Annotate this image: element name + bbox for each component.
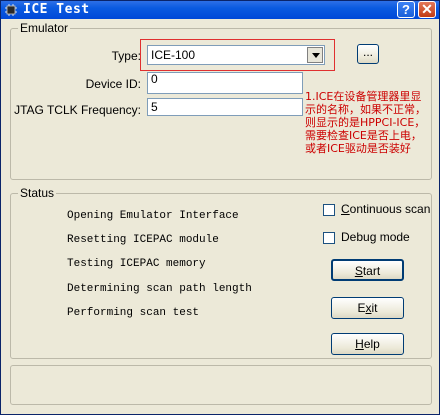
- status-group-label: Status: [18, 186, 57, 200]
- status-line: Resetting ICEPAC module: [67, 234, 219, 246]
- jtag-frequency-value: 5: [151, 100, 158, 114]
- annotation-note: 1.ICE在设备管理器里显 示的名称，如果不正常， 则显示的是HPPCI-ICE…: [305, 90, 439, 155]
- continuous-scan-box[interactable]: [323, 204, 335, 216]
- debug-mode-box[interactable]: [323, 232, 335, 244]
- device-id-label: Device ID:: [85, 77, 141, 91]
- annotation-line: 则显示的是HPPCI-ICE，: [305, 116, 426, 129]
- annotation-line: 需要检查ICE是否上电，: [305, 129, 422, 142]
- jtag-frequency-field[interactable]: 5: [147, 98, 303, 116]
- device-id-value: 0: [151, 72, 158, 86]
- title-bar[interactable]: ICE Test ? ✕: [1, 1, 439, 19]
- annotation-line: 示的名称，如果不正常，: [305, 103, 426, 116]
- annotation-highlight-box: [140, 39, 335, 71]
- status-line: Performing scan test: [67, 307, 200, 319]
- exit-button-label: Exit: [357, 301, 378, 315]
- type-label: Type:: [111, 49, 141, 63]
- annotation-line: 1.ICE在设备管理器里显: [305, 90, 422, 103]
- ice-test-window: ICE Test ? ✕ Emulator Type: ICE-100 ... …: [0, 0, 440, 415]
- debug-mode-label: Debug mode: [341, 230, 410, 244]
- jtag-frequency-label: JTAG TCLK Frequency:: [14, 103, 141, 117]
- annotation-line: 或者ICE驱动是否装好: [305, 142, 411, 155]
- continuous-scan-label: Continuous scan: [341, 202, 431, 216]
- status-line: Testing ICEPAC memory: [67, 258, 206, 270]
- emulator-group-label: Emulator: [18, 21, 71, 35]
- status-bar: [10, 365, 432, 405]
- start-button[interactable]: Start: [331, 259, 404, 281]
- browse-button[interactable]: ...: [357, 44, 379, 64]
- start-button-label: Start: [354, 264, 381, 278]
- window-title: ICE Test: [23, 2, 90, 17]
- status-line: Determining scan path length: [67, 283, 252, 295]
- status-line: Opening Emulator Interface: [67, 210, 239, 222]
- help-icon[interactable]: ?: [397, 1, 415, 18]
- chip-icon: [5, 4, 17, 16]
- close-icon[interactable]: ✕: [418, 1, 436, 18]
- exit-button[interactable]: Exit: [331, 297, 404, 319]
- help-button[interactable]: Help: [331, 333, 404, 355]
- device-id-field[interactable]: 0: [147, 72, 303, 94]
- help-button-label: Help: [355, 337, 380, 351]
